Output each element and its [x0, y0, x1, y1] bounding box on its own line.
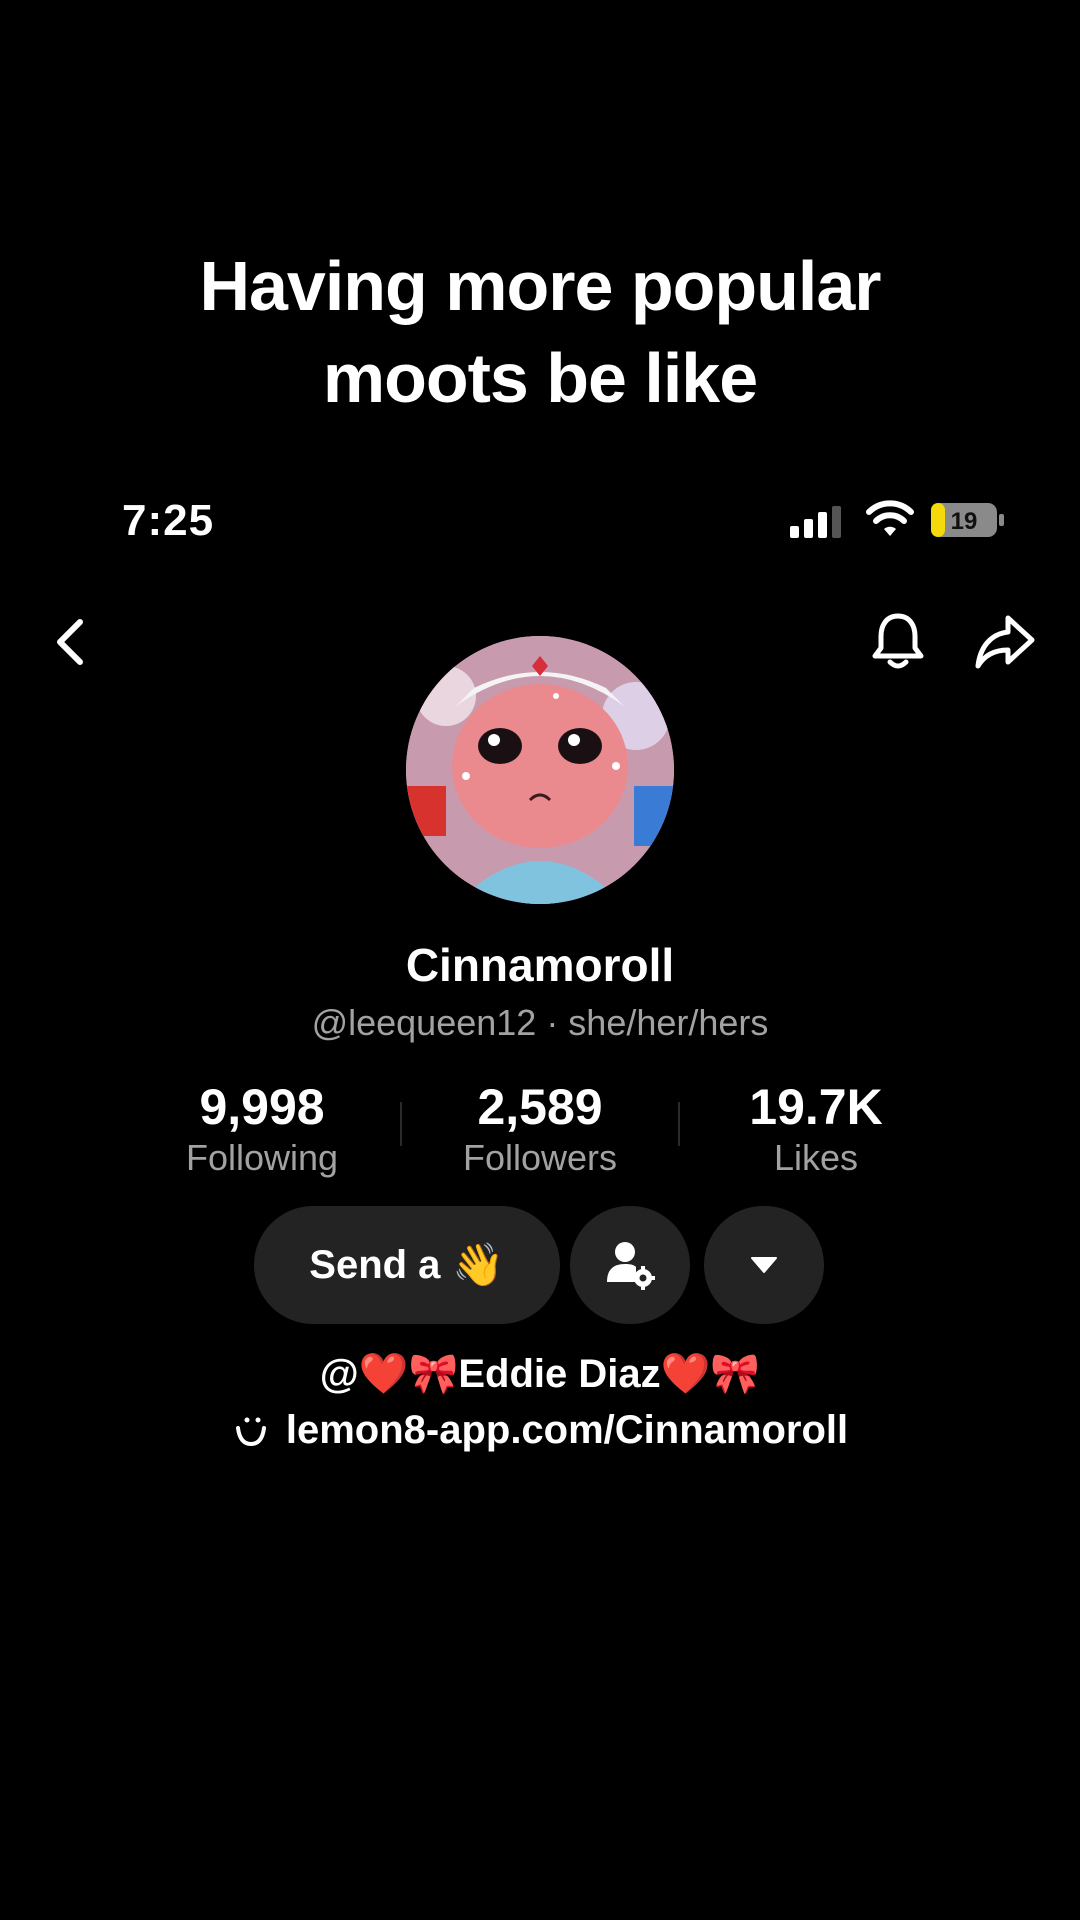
user-settings-button[interactable] — [570, 1206, 690, 1324]
profile-bio: @❤️🎀Eddie Diaz❤️🎀 — [319, 1352, 761, 1396]
followers-count: 2,589 — [477, 1079, 603, 1135]
stat-divider — [400, 1102, 402, 1146]
status-time: 7:25 — [122, 496, 215, 545]
bell-icon[interactable] — [866, 610, 930, 674]
profile-screenshot: 7:25 19 Cinnamoroll @leequeen12 · she/he… — [0, 450, 1080, 1920]
profile-link[interactable]: lemon8-app.com/Cinnamoroll — [0, 1408, 1080, 1453]
likes-label: Likes — [773, 1137, 859, 1178]
battery-level: 19 — [951, 508, 978, 535]
stat-followers[interactable]: 2,589 Followers — [410, 1078, 670, 1180]
profile-avatar[interactable] — [406, 636, 674, 904]
display-name: Cinnamoroll — [405, 939, 675, 991]
avatar-image — [406, 636, 674, 904]
user-settings-icon — [607, 1242, 655, 1290]
caption-line-2: moots be like — [322, 339, 758, 417]
battery-icon: 19 — [931, 503, 1004, 537]
following-count: 9,998 — [199, 1079, 325, 1135]
handle-pronouns: @leequeen12 · she/her/hers — [311, 1002, 769, 1043]
following-label: Following — [185, 1137, 339, 1178]
stat-likes[interactable]: 19.7K Likes — [686, 1078, 946, 1180]
more-options-button[interactable] — [704, 1206, 824, 1324]
waving-hand-icon: 👋 — [452, 1240, 505, 1288]
send-wave-button[interactable]: Send a 👋 — [254, 1206, 560, 1324]
likes-count: 19.7K — [749, 1079, 883, 1135]
chevron-left-icon[interactable] — [40, 610, 104, 674]
signal-icon — [790, 506, 841, 538]
profile-link-text: lemon8-app.com/Cinnamoroll — [285, 1408, 849, 1452]
share-arrow-icon[interactable] — [972, 610, 1036, 674]
caret-down-icon — [751, 1257, 777, 1273]
lemon8-smile-icon — [235, 1417, 266, 1446]
send-label: Send a — [309, 1242, 441, 1287]
stat-following[interactable]: 9,998 Following — [132, 1078, 392, 1180]
stat-divider — [678, 1102, 680, 1146]
video-caption: Having more popular moots be like — [0, 240, 1080, 424]
caption-line-1: Having more popular — [199, 247, 881, 325]
wifi-icon — [866, 500, 914, 536]
followers-label: Followers — [462, 1137, 618, 1178]
